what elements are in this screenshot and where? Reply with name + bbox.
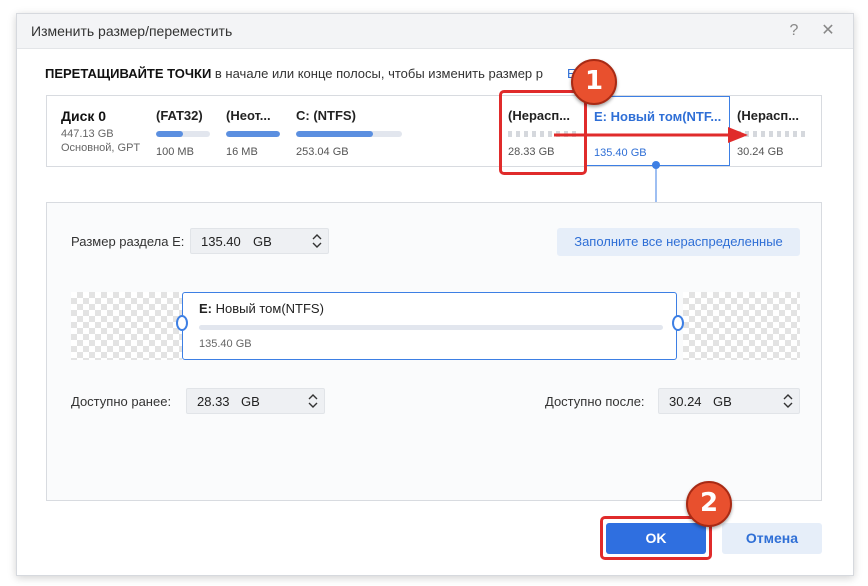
partition-size-spinner[interactable]: 135.40 GB xyxy=(190,228,329,254)
partition-label: C: (NTFS) xyxy=(296,108,356,123)
right-resize-handle[interactable] xyxy=(672,315,684,331)
volume-usage-bar xyxy=(199,325,663,330)
help-icon[interactable]: ? xyxy=(783,20,805,42)
partition-usage-fill xyxy=(296,131,374,137)
spinner-arrows-icon[interactable] xyxy=(312,232,322,250)
spinner-arrows-icon[interactable] xyxy=(308,392,318,410)
available-after-spinner[interactable]: 30.24 GB xyxy=(658,388,800,414)
available-before-label: Доступно ранее: xyxy=(71,394,172,409)
available-after-value: 30.24 xyxy=(669,394,702,409)
drag-arrow xyxy=(554,127,748,143)
available-before-spinner[interactable]: 28.33 GB xyxy=(186,388,325,414)
unallocated-after-area xyxy=(683,292,800,360)
volume-letter: E: xyxy=(199,301,212,316)
volume-bar[interactable]: E: Новый том(NTFS) 135.40 GB xyxy=(182,292,677,360)
resize-panel: Размер раздела E: 135.40 GB Заполните вс… xyxy=(46,202,822,501)
partition-size: 30.24 GB xyxy=(737,146,784,158)
available-after-label: Доступно после: xyxy=(545,394,645,409)
instruction-text: ПЕРЕТАЩИВАЙТЕ ТОЧКИ в начале или конце п… xyxy=(45,66,579,81)
partition-size-label: Размер раздела E: xyxy=(71,234,185,249)
disk-name: Диск 0 xyxy=(61,108,107,124)
partition-size: 135.40 GB xyxy=(594,147,647,159)
close-icon[interactable]: ✕ xyxy=(817,20,839,42)
partition-size: 100 MB xyxy=(156,146,194,158)
resize-move-dialog: Изменить размер/переместить ? ✕ ПЕРЕТАЩИ… xyxy=(16,13,854,576)
partition-label: (Неот... xyxy=(226,108,271,123)
partition-size-unit: GB xyxy=(253,234,272,249)
partition-usage-bar xyxy=(156,131,210,137)
partition-msr[interactable]: (Неот... 16 MB xyxy=(226,96,282,166)
partition-size: 16 MB xyxy=(226,146,258,158)
partition-usage-bar xyxy=(226,131,280,137)
dialog-title: Изменить размер/переместить xyxy=(31,23,233,39)
instruction-bold: ПЕРЕТАЩИВАЙТЕ ТОЧКИ xyxy=(45,66,212,81)
left-resize-handle[interactable] xyxy=(176,315,188,331)
title-bar: Изменить размер/переместить ? ✕ xyxy=(17,14,853,49)
disk-size: 447.13 GB xyxy=(61,128,114,140)
volume-size: 135.40 GB xyxy=(199,338,252,350)
disk-type: Основной, GPT xyxy=(61,142,141,154)
unallocated-before-area xyxy=(71,292,182,360)
available-before-unit: GB xyxy=(241,394,260,409)
connector-line xyxy=(652,161,660,202)
partition-size: 253.04 GB xyxy=(296,146,349,158)
partition-fat32[interactable]: (FAT32) 100 MB xyxy=(156,96,212,166)
partition-usage-fill xyxy=(156,131,183,137)
volume-name: E: Новый том(NTFS) xyxy=(199,301,324,316)
available-before-value: 28.33 xyxy=(197,394,230,409)
fill-unallocated-button[interactable]: Заполните все нераспределенные xyxy=(557,228,800,256)
available-after-unit: GB xyxy=(713,394,732,409)
partition-label: (Нерасп... xyxy=(737,108,800,123)
partition-c[interactable]: C: (NTFS) 253.04 GB xyxy=(296,96,406,166)
spinner-arrows-icon[interactable] xyxy=(783,392,793,410)
partition-label: E: Новый том(NTF... xyxy=(594,109,722,124)
step-1-badge: 1 xyxy=(571,59,617,105)
partition-size-value: 135.40 xyxy=(201,234,241,249)
volume-label: Новый том(NTFS) xyxy=(212,301,324,316)
partition-usage-fill xyxy=(226,131,280,137)
partition-label: (FAT32) xyxy=(156,108,203,123)
cancel-button[interactable]: Отмена xyxy=(722,523,822,554)
step-2-badge: 2 xyxy=(686,481,732,527)
partition-usage-bar xyxy=(296,131,402,137)
instruction-body: в начале или конце полосы, чтобы изменит… xyxy=(211,66,543,81)
disk-info: Диск 0 447.13 GB Основной, GPT xyxy=(61,108,140,155)
